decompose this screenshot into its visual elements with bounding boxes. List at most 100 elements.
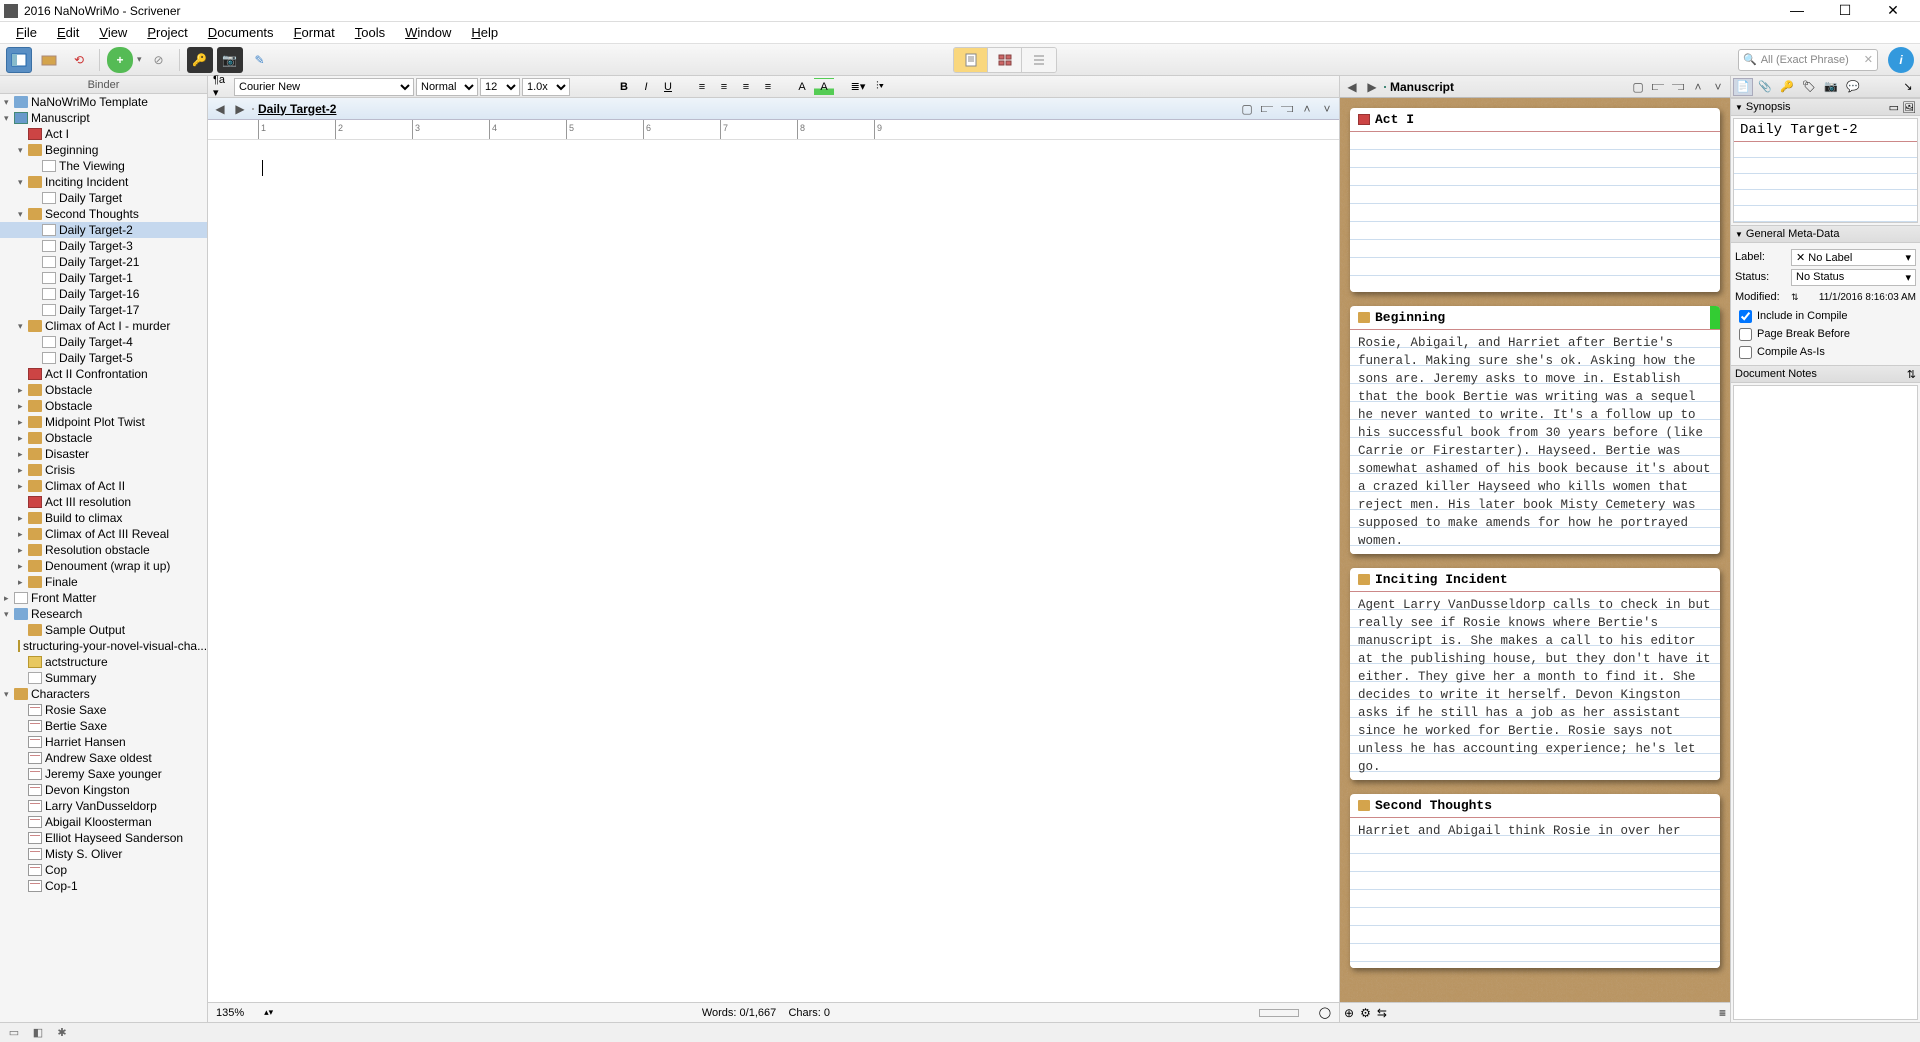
footer-zoom[interactable]: 135% [216,1007,244,1019]
tree-item[interactable]: Act II Confrontation [0,366,207,382]
binder-tree[interactable]: ▾NaNoWriMo Template▾ManuscriptAct I▾Begi… [0,94,207,1022]
metadata-header[interactable]: ▼ General Meta-Data [1731,225,1920,243]
status-btn-3[interactable]: ✱ [54,1025,70,1041]
cork-btn-3[interactable]: ⫎ [1670,79,1686,95]
footer-status-icon[interactable]: ◯ [1319,1006,1331,1019]
editor-text-area[interactable] [208,140,1339,1002]
include-compile-checkbox[interactable] [1739,310,1752,323]
tree-item[interactable]: ▸Obstacle [0,430,207,446]
status-btn-1[interactable]: ▭ [6,1025,22,1041]
cork-btn-1[interactable]: ▢ [1630,79,1646,95]
synopsis-card[interactable]: Daily Target-2 [1733,118,1918,223]
tree-item[interactable]: ▾Beginning [0,142,207,158]
tree-item[interactable]: ▾Second Thoughts [0,206,207,222]
tree-item[interactable]: The Viewing [0,158,207,174]
tree-item[interactable]: ▾Research [0,606,207,622]
index-card[interactable]: Second ThoughtsHarriet and Abigail think… [1350,794,1720,968]
tree-item[interactable]: Daily Target-5 [0,350,207,366]
minimize-button[interactable]: — [1782,2,1812,19]
view-mode-corkboard[interactable] [988,48,1022,72]
list-button[interactable]: ≣▾ [848,78,868,96]
tree-item[interactable]: Harriet Hansen [0,734,207,750]
style-picker-button[interactable]: ¶a ▾ [212,78,232,96]
cork-nav-up[interactable]: ˄ [1690,79,1706,95]
inspector-tab-refs[interactable]: 📎 [1755,78,1775,96]
search-input[interactable]: 🔍 All (Exact Phrase) ✕ [1738,49,1878,71]
menu-edit[interactable]: Edit [47,23,89,42]
snapshot-button[interactable]: 📷 [217,47,243,73]
ruler[interactable]: 123456789 [208,120,1339,140]
tree-item[interactable]: ▸Climax of Act III Reveal [0,526,207,542]
tree-item[interactable]: ▸Obstacle [0,382,207,398]
inspector-toggle-button[interactable]: i [1888,47,1914,73]
align-justify-button[interactable]: ≡ [758,78,778,96]
synopsis-header[interactable]: ▼ Synopsis ▭ 🖼 [1731,98,1920,116]
inspector-tab-notes[interactable]: 📄 [1733,78,1753,96]
tree-item[interactable]: ▸Front Matter [0,590,207,606]
style-select[interactable]: Normal [416,78,478,96]
compose-button[interactable]: ✎ [247,47,273,73]
corkboard-title[interactable]: Manuscript [1390,80,1454,94]
nav-down-button[interactable]: ˅ [1319,101,1335,117]
inspector-tab-snapshots[interactable]: 📷 [1821,78,1841,96]
split-vert-button[interactable]: ⫎ [1279,101,1295,117]
menu-project[interactable]: Project [137,23,197,42]
tree-item[interactable]: Jeremy Saxe younger [0,766,207,782]
tree-item[interactable]: ▸Climax of Act II [0,478,207,494]
maximize-button[interactable]: ☐ [1830,2,1860,19]
tree-item[interactable]: ▸Disaster [0,446,207,462]
tree-item[interactable]: Daily Target-17 [0,302,207,318]
tree-item[interactable]: ▸Midpoint Plot Twist [0,414,207,430]
tree-item[interactable]: Daily Target [0,190,207,206]
footer-target-icon[interactable] [1259,1009,1299,1017]
document-notes-header[interactable]: Document Notes ⇅ [1731,365,1920,383]
tree-item[interactable]: ▸Finale [0,574,207,590]
document-notes-area[interactable] [1733,385,1918,1020]
cork-btn-2[interactable]: ⫍ [1650,79,1666,95]
highlight-button[interactable]: A [814,78,834,96]
tree-item[interactable]: Summary [0,670,207,686]
size-select[interactable]: 12 [480,78,520,96]
tree-item[interactable]: Rosie Saxe [0,702,207,718]
menu-format[interactable]: Format [284,23,345,42]
tree-item[interactable]: Daily Target-2 [0,222,207,238]
tree-item[interactable]: actstructure [0,654,207,670]
tree-item[interactable]: ▾NaNoWriMo Template [0,94,207,110]
cork-nav-fwd[interactable]: ▶ [1364,79,1380,95]
tree-item[interactable]: ▸Build to climax [0,510,207,526]
tree-item[interactable]: ▸Crisis [0,462,207,478]
tree-item[interactable]: Abigail Kloosterman [0,814,207,830]
underline-button[interactable]: U [658,78,678,96]
bold-button[interactable]: B [614,78,634,96]
menu-view[interactable]: View [89,23,137,42]
sync-button[interactable]: ⟲ [66,47,92,73]
tree-item[interactable]: Misty S. Oliver [0,846,207,862]
italic-button[interactable]: I [636,78,656,96]
index-card[interactable]: Inciting IncidentAgent Larry VanDusseldo… [1350,568,1720,780]
menu-window[interactable]: Window [395,23,461,42]
tree-item[interactable]: ▾Characters [0,686,207,702]
menu-documents[interactable]: Documents [198,23,284,42]
inspector-tab-custom[interactable]: 🏷 [1799,78,1819,96]
nav-forward-button[interactable]: ▶ [232,101,248,117]
compile-asis-checkbox[interactable] [1739,346,1752,359]
corkboard-body[interactable]: Act IBeginningRosie, Abigail, and Harrie… [1340,98,1730,1002]
text-color-button[interactable]: A [792,78,812,96]
tree-item[interactable]: ▸Denoument (wrap it up) [0,558,207,574]
cork-footer-add[interactable]: ⊕ [1344,1006,1354,1020]
tree-item[interactable]: ▸Resolution obstacle [0,542,207,558]
close-button[interactable]: ✕ [1878,2,1908,19]
cork-footer-arrange[interactable]: ⇆ [1377,1006,1387,1020]
align-center-button[interactable]: ≡ [714,78,734,96]
tree-item[interactable]: Daily Target-1 [0,270,207,286]
clear-search-icon[interactable]: ✕ [1864,53,1873,66]
tree-item[interactable]: ▾Manuscript [0,110,207,126]
tree-item[interactable]: Andrew Saxe oldest [0,750,207,766]
nav-up-button[interactable]: ˄ [1299,101,1315,117]
tree-item[interactable]: Daily Target-3 [0,238,207,254]
tree-item[interactable]: Elliot Hayseed Sanderson [0,830,207,846]
cork-nav-back[interactable]: ◀ [1344,79,1360,95]
tree-item[interactable]: Daily Target-16 [0,286,207,302]
index-card[interactable]: Act I [1350,108,1720,292]
tree-item[interactable]: Daily Target-4 [0,334,207,350]
